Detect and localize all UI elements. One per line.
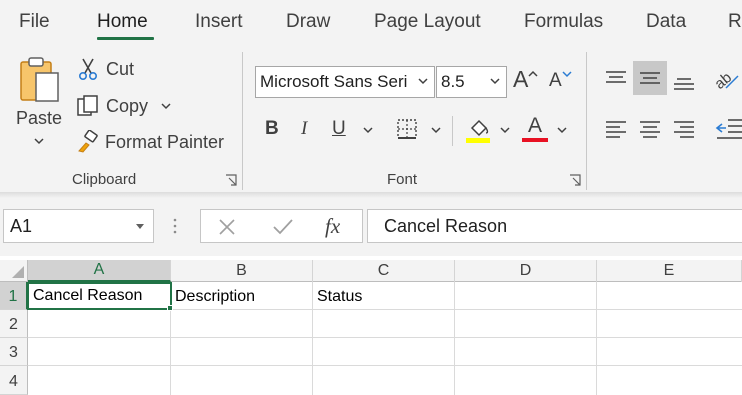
align-bottom-icon bbox=[674, 78, 694, 90]
paintbrush-icon bbox=[78, 130, 98, 153]
align-center-button[interactable] bbox=[633, 112, 667, 146]
scissors-icon bbox=[78, 58, 98, 81]
chevron-down-icon[interactable] bbox=[33, 137, 45, 145]
align-center-icon bbox=[640, 121, 660, 138]
orientation-icon[interactable]: ab bbox=[712, 66, 742, 92]
tab-page-layout[interactable]: Page Layout bbox=[374, 11, 481, 33]
decrease-indent-icon[interactable] bbox=[714, 118, 742, 140]
chevron-down-icon[interactable] bbox=[556, 126, 568, 134]
paste-icon bbox=[20, 57, 59, 102]
chevron-down-icon[interactable] bbox=[489, 76, 501, 86]
row-header-2[interactable]: 2 bbox=[0, 310, 28, 338]
font-size-combo[interactable]: 8.5 bbox=[436, 66, 507, 98]
chevron-down-icon[interactable] bbox=[160, 102, 172, 110]
chevron-down-icon[interactable] bbox=[362, 126, 374, 134]
insert-function-button[interactable]: fx bbox=[325, 214, 340, 239]
column-header-d[interactable]: D bbox=[455, 260, 597, 282]
font-color-letter: A bbox=[527, 114, 542, 137]
tab-review[interactable]: Re bbox=[728, 11, 742, 33]
select-all-icon bbox=[12, 266, 24, 278]
chevron-down-icon[interactable] bbox=[430, 126, 442, 134]
increase-font-size-button[interactable]: A bbox=[513, 66, 538, 93]
select-all-corner[interactable] bbox=[0, 260, 28, 282]
align-middle-button[interactable] bbox=[633, 61, 667, 95]
active-tab-indicator bbox=[97, 37, 154, 40]
align-top-button[interactable] bbox=[599, 61, 633, 95]
formula-value: Cancel Reason bbox=[384, 215, 508, 236]
font-color-swatch bbox=[522, 138, 548, 142]
shrink-font-label: A bbox=[549, 70, 562, 91]
caret-up-icon bbox=[528, 70, 538, 77]
align-left-button[interactable] bbox=[599, 112, 633, 146]
align-top-icon bbox=[606, 71, 626, 83]
cell-b1[interactable]: Description bbox=[171, 283, 312, 309]
cut-button[interactable]: Cut bbox=[78, 57, 134, 81]
align-right-button[interactable] bbox=[667, 112, 701, 146]
cell-c1[interactable]: Status bbox=[313, 283, 454, 309]
paste-button[interactable]: Paste bbox=[14, 56, 64, 156]
name-box[interactable]: A1 bbox=[3, 209, 154, 243]
row-header-1[interactable]: 1 bbox=[0, 282, 28, 310]
chevron-down-icon[interactable] bbox=[417, 76, 429, 86]
grow-font-label: A bbox=[513, 66, 529, 92]
align-middle-icon bbox=[640, 72, 660, 84]
tab-formulas[interactable]: Formulas bbox=[524, 11, 603, 33]
column-header-a[interactable]: A bbox=[28, 260, 171, 282]
bold-button[interactable]: B bbox=[265, 118, 279, 140]
formula-input[interactable]: Cancel Reason bbox=[367, 209, 742, 243]
name-box-value: A1 bbox=[10, 215, 33, 236]
copy-button[interactable]: Copy bbox=[76, 94, 172, 118]
align-right-icon bbox=[674, 121, 694, 138]
borders-icon[interactable] bbox=[396, 118, 418, 140]
font-size-value: 8.5 bbox=[441, 72, 465, 91]
separator bbox=[452, 116, 453, 146]
caret-down-icon bbox=[562, 71, 572, 78]
column-header-c[interactable]: C bbox=[313, 260, 455, 282]
column-header-e[interactable]: E bbox=[597, 260, 742, 282]
cancel-icon[interactable] bbox=[217, 217, 237, 237]
tab-data[interactable]: Data bbox=[646, 11, 686, 33]
cut-label: Cut bbox=[106, 58, 135, 79]
resize-handle-icon[interactable] bbox=[172, 217, 178, 235]
tab-home[interactable]: Home bbox=[97, 11, 148, 33]
underline-button[interactable]: U bbox=[332, 118, 346, 140]
enter-check-icon[interactable] bbox=[272, 217, 294, 237]
dialog-launcher-icon[interactable] bbox=[225, 174, 237, 186]
italic-button[interactable]: I bbox=[301, 118, 307, 140]
chevron-down-icon[interactable] bbox=[499, 126, 511, 134]
group-separator bbox=[586, 52, 587, 190]
paste-label: Paste bbox=[15, 108, 63, 128]
chevron-down-icon[interactable] bbox=[136, 224, 144, 230]
row-header-3[interactable]: 3 bbox=[0, 338, 28, 366]
group-separator bbox=[242, 52, 243, 190]
column-header-b[interactable]: B bbox=[171, 260, 313, 282]
row-gridline bbox=[28, 365, 742, 366]
ribbon: Paste Cut Copy Format Painter Clipboard bbox=[0, 44, 742, 192]
menu-tab-bar: File Home Insert Draw Page Layout Formul… bbox=[0, 0, 742, 44]
svg-text:ab: ab bbox=[712, 69, 735, 92]
align-bottom-button[interactable] bbox=[667, 66, 701, 100]
row-header-4[interactable]: 4 bbox=[0, 366, 28, 395]
font-name-value: Microsoft Sans Seri bbox=[260, 72, 408, 91]
dialog-launcher-icon[interactable] bbox=[569, 174, 581, 186]
font-group-label: Font bbox=[387, 171, 418, 188]
align-left-icon bbox=[606, 121, 626, 138]
column-gridline bbox=[596, 282, 597, 395]
font-color-button[interactable]: A bbox=[521, 114, 549, 142]
row-gridline bbox=[28, 337, 742, 338]
formula-buttons: fx bbox=[200, 209, 363, 243]
tab-insert[interactable]: Insert bbox=[195, 11, 243, 33]
format-painter-button[interactable]: Format Painter bbox=[76, 130, 224, 154]
fill-color-icon[interactable] bbox=[466, 116, 492, 144]
decrease-font-size-button[interactable]: A bbox=[549, 70, 572, 92]
copy-label: Copy bbox=[106, 95, 149, 116]
tab-draw[interactable]: Draw bbox=[286, 11, 330, 33]
font-name-combo[interactable]: Microsoft Sans Seri bbox=[255, 66, 435, 98]
copy-icon bbox=[77, 95, 98, 116]
tab-file[interactable]: File bbox=[19, 11, 50, 33]
column-gridline bbox=[454, 282, 455, 395]
format-painter-label: Format Painter bbox=[105, 131, 225, 152]
cell-a1[interactable]: Cancel Reason bbox=[27, 282, 172, 310]
clipboard-group-label: Clipboard bbox=[72, 171, 137, 188]
